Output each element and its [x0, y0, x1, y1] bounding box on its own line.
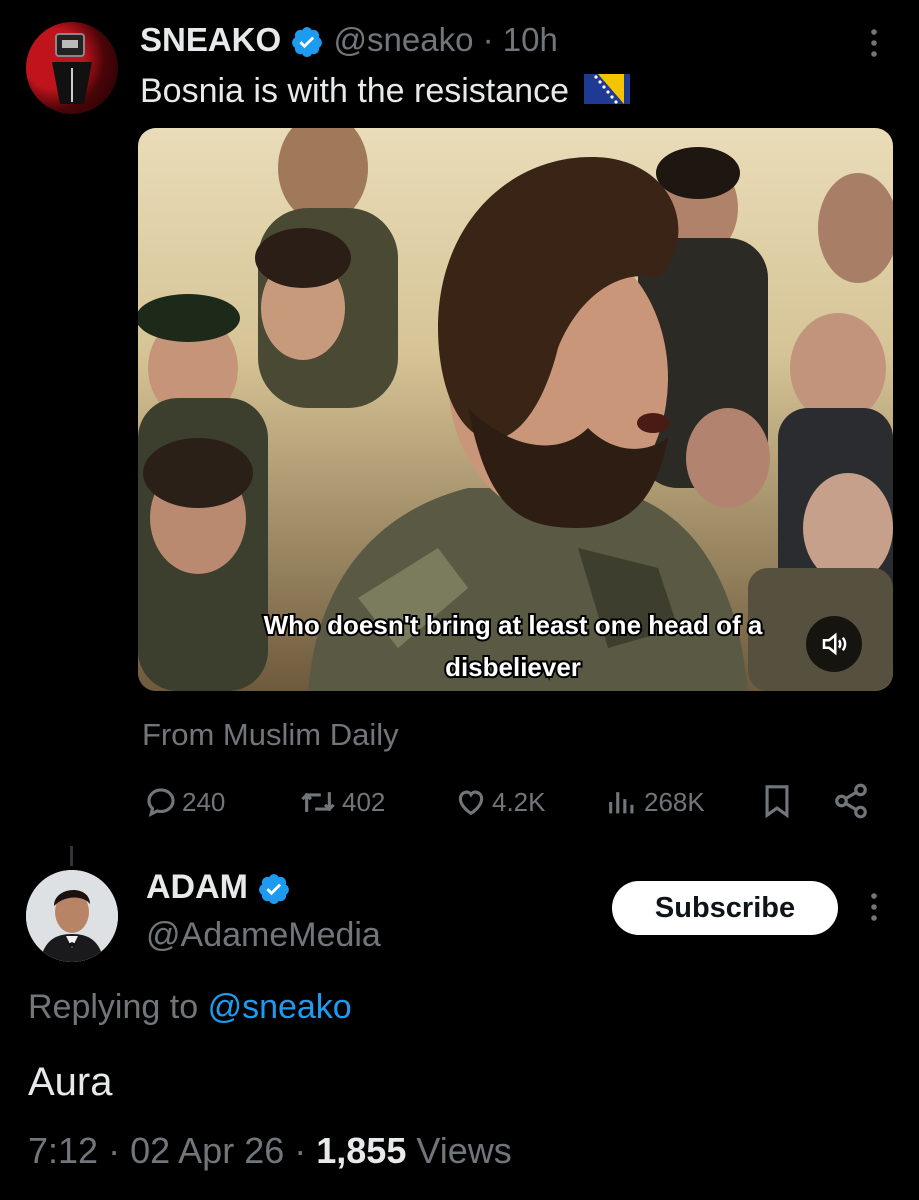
- share-button[interactable]: [832, 782, 870, 825]
- like-count: 4.2K: [492, 786, 546, 817]
- volume-button[interactable]: [806, 616, 862, 672]
- bookmark-button[interactable]: [760, 782, 794, 825]
- thread-line: [70, 846, 73, 866]
- video-player[interactable]: Who doesn't bring at least one head of a…: [138, 128, 893, 691]
- subscribe-button[interactable]: Subscribe: [612, 881, 838, 935]
- reply-author-name[interactable]: ADAM: [146, 868, 248, 906]
- verified-badge-icon: [290, 25, 324, 59]
- video-caption-line2: disbeliever: [445, 652, 581, 682]
- reply-icon: [147, 788, 175, 817]
- share-icon: [835, 783, 867, 819]
- meta-separator: ·: [108, 1130, 121, 1171]
- reply-text: Aura: [28, 1060, 113, 1104]
- like-button[interactable]: 4.2K: [454, 780, 546, 824]
- author-handle[interactable]: @sneako: [334, 21, 474, 58]
- bookmark-icon: [765, 785, 789, 819]
- tweet-text: Bosnia is with the resistance: [140, 72, 569, 110]
- meta-separator: ·: [294, 1130, 307, 1171]
- replying-to-handle[interactable]: @sneako: [208, 988, 352, 1026]
- reply-count: 240: [182, 786, 226, 817]
- author-name[interactable]: SNEAKO: [140, 21, 281, 58]
- views-count: 268K: [644, 786, 705, 817]
- reply-views-label: Views: [416, 1130, 512, 1171]
- reply-more-options-icon[interactable]: [862, 888, 886, 928]
- reply-date[interactable]: 02 Apr 26: [130, 1130, 284, 1171]
- speaker-icon: [822, 632, 847, 656]
- repost-count: 402: [342, 786, 386, 817]
- reply-views-count: 1,855: [316, 1130, 407, 1171]
- repost-button[interactable]: 402: [298, 780, 385, 824]
- reply-author-handle[interactable]: @AdameMedia: [146, 914, 381, 956]
- repost-icon: [301, 792, 335, 812]
- views-button[interactable]: 268K: [604, 780, 705, 824]
- video-frame-image: Who doesn't bring at least one head of a…: [138, 128, 893, 691]
- verified-badge-icon: [257, 872, 291, 906]
- time-separator: ·: [482, 21, 494, 58]
- tweet-time[interactable]: 10h: [503, 21, 558, 58]
- video-source[interactable]: From Muslim Daily: [142, 716, 399, 754]
- bosnia-flag-icon: [584, 72, 631, 114]
- avatar-adam[interactable]: [26, 870, 118, 962]
- avatar-sneako[interactable]: [26, 22, 118, 114]
- reply-button[interactable]: 240: [144, 780, 225, 824]
- replying-to-label: Replying to: [28, 988, 199, 1026]
- reply-time[interactable]: 7:12: [28, 1130, 98, 1171]
- more-options-icon[interactable]: [862, 24, 886, 64]
- heart-icon: [458, 790, 484, 816]
- views-chart-icon: [609, 792, 634, 814]
- video-caption-line1: Who doesn't bring at least one head of a: [264, 610, 763, 640]
